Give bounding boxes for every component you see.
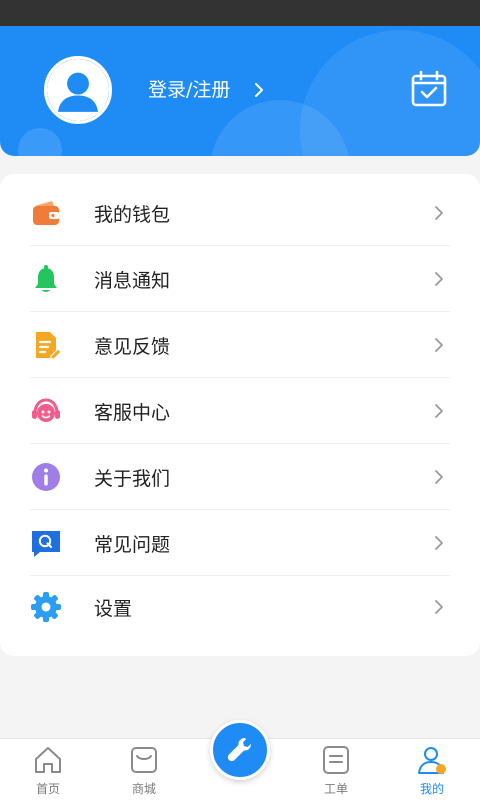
menu-item-label: 意见反馈 (94, 335, 171, 358)
menu-item-about[interactable]: 关于我们 (30, 444, 450, 510)
chevron-right-icon (435, 470, 443, 484)
chevron-right-icon (435, 272, 443, 286)
tab-mine[interactable]: 我的 (384, 739, 480, 800)
menu-card: 我的钱包 消息通知 意见反馈 客服中心 关于我们 常见问题 设置 (0, 174, 480, 656)
login-register-label: 登录/注册 (148, 79, 231, 101)
menu-item-label: 我的钱包 (94, 203, 171, 226)
menu-item-notifications[interactable]: 消息通知 (30, 246, 450, 312)
tab-workorder[interactable]: 工单 (288, 739, 384, 800)
wrench-icon (227, 738, 251, 762)
menu-item-wallet[interactable]: 我的钱包 (30, 180, 450, 246)
info-icon (32, 463, 60, 491)
list-icon (323, 746, 349, 774)
header-decoration-circle (18, 128, 62, 156)
menu-item-label: 客服中心 (94, 401, 171, 424)
center-tool-button[interactable] (210, 720, 270, 780)
chevron-right-icon (435, 338, 443, 352)
menu-item-faq[interactable]: 常见问题 (30, 510, 450, 576)
menu-item-label: 关于我们 (94, 467, 171, 490)
home-icon (35, 747, 61, 773)
chevron-right-icon (435, 536, 443, 550)
gear-icon (31, 592, 61, 622)
chevron-right-icon (435, 404, 443, 418)
menu-item-feedback[interactable]: 意见反馈 (30, 312, 450, 378)
menu-item-label: 消息通知 (94, 269, 171, 292)
menu-item-settings[interactable]: 设置 (30, 574, 450, 640)
user-icon (418, 747, 446, 774)
feedback-icon (36, 332, 62, 360)
calendar-check-icon[interactable] (410, 70, 448, 108)
tab-label: 首页 (35, 782, 60, 796)
avatar[interactable] (44, 56, 112, 124)
tab-home[interactable]: 首页 (0, 739, 96, 800)
menu-item-label: 常见问题 (94, 533, 171, 556)
tab-label: 我的 (419, 782, 444, 796)
default-user-avatar-icon (47, 59, 109, 121)
chevron-right-icon (435, 600, 443, 614)
tab-label: 工单 (323, 782, 348, 796)
shop-icon (131, 747, 157, 773)
profile-header: 登录/注册 (0, 26, 480, 156)
wallet-icon (33, 201, 59, 225)
faq-chat-icon (32, 531, 60, 557)
menu-item-label: 设置 (94, 597, 133, 620)
tab-label: 商城 (131, 782, 156, 796)
bell-icon (35, 265, 57, 292)
tab-mall[interactable]: 商城 (96, 739, 192, 800)
login-register-link[interactable]: 登录/注册 (148, 76, 266, 104)
headset-icon (32, 398, 60, 422)
status-bar (0, 0, 480, 26)
menu-item-customer-service[interactable]: 客服中心 (30, 378, 450, 444)
chevron-right-icon (435, 206, 443, 220)
chevron-right-icon (255, 83, 264, 97)
